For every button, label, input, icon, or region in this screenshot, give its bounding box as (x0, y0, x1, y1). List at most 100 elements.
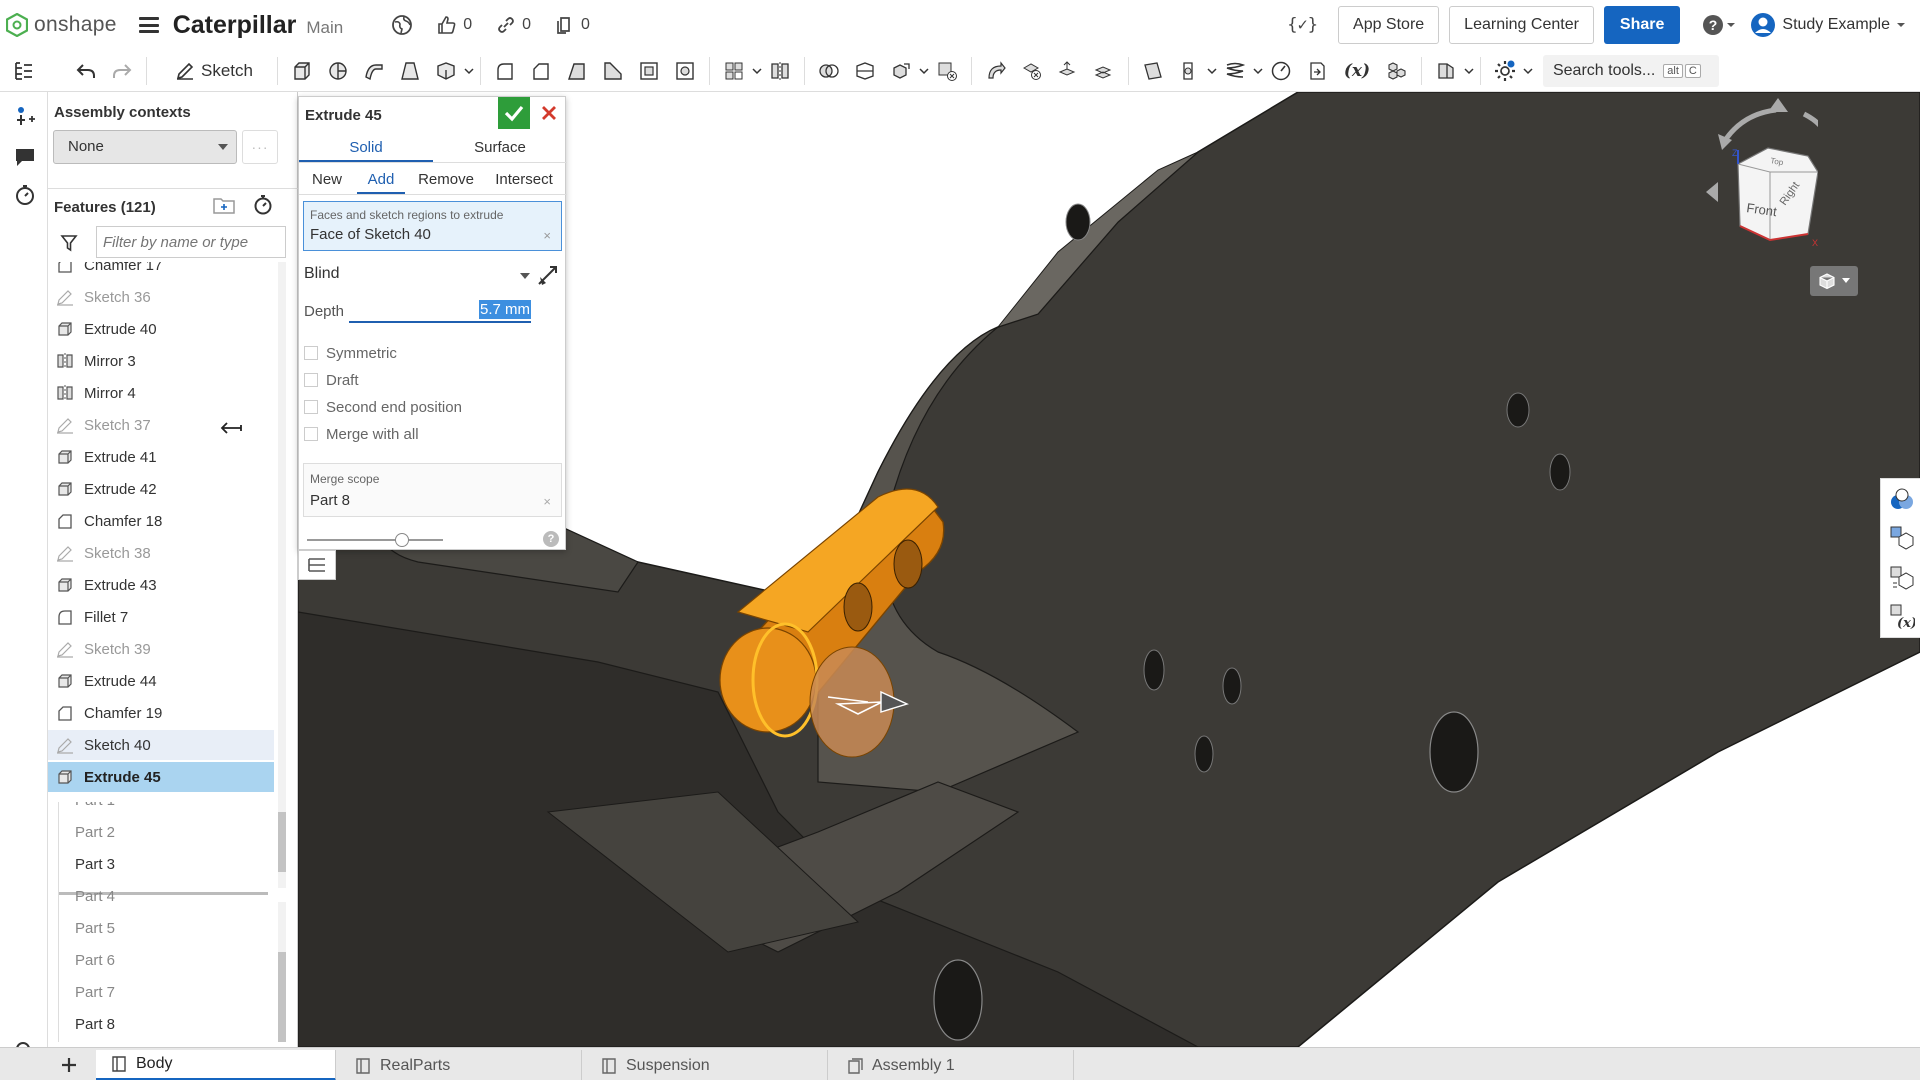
feature-item[interactable]: Mirror 4 (48, 378, 274, 408)
part-list-item[interactable]: Part 7 (75, 984, 115, 1001)
rollback-slider-knob[interactable] (395, 533, 409, 547)
tab-realparts[interactable]: RealParts (340, 1050, 582, 1080)
op-add[interactable]: Add (357, 167, 405, 194)
variable-tool[interactable]: (x) (1335, 53, 1379, 89)
draft-tool[interactable] (559, 53, 595, 89)
feature-item[interactable]: Fillet 7 (48, 602, 274, 632)
shell-tool[interactable] (631, 53, 667, 89)
move-face-tool[interactable] (1050, 53, 1086, 89)
branch-name[interactable]: Main (306, 18, 343, 38)
view-cube[interactable]: Front Right Top Z X (1658, 92, 1850, 272)
mate-connector-tool[interactable] (1171, 53, 1207, 89)
end-type-select[interactable]: Blind (304, 265, 530, 289)
feature-item[interactable]: Sketch 38 (48, 538, 274, 568)
tab-solid[interactable]: Solid (299, 135, 433, 162)
helix-tool[interactable] (1217, 53, 1253, 89)
appearance-icon[interactable] (1889, 487, 1915, 513)
more-options-button[interactable]: ··· (242, 130, 278, 164)
part-list-item[interactable]: Part 1 (75, 802, 115, 809)
transform-tool[interactable] (883, 53, 919, 89)
draft-checkbox[interactable]: Draft (304, 369, 359, 391)
sketch-button[interactable]: Sketch (167, 54, 261, 88)
view-mode-button[interactable] (1810, 266, 1858, 296)
modify-fillet-tool[interactable] (978, 53, 1014, 89)
feature-item[interactable]: Sketch 36 (48, 282, 274, 312)
copies-counter[interactable]: 0 (555, 15, 590, 35)
menu-icon[interactable] (138, 17, 159, 33)
part-list-item[interactable]: Part 8 (75, 1016, 115, 1033)
dialog-list-toggle[interactable] (298, 550, 336, 580)
onshape-logo[interactable]: onshape (6, 13, 117, 37)
boolean-tool[interactable] (811, 53, 847, 89)
merge-all-checkbox[interactable]: Merge with all (304, 423, 419, 445)
rollback-bar-icon[interactable] (219, 421, 243, 435)
merge-scope-field[interactable]: Merge scope Part 8 × (303, 463, 562, 517)
op-remove[interactable]: Remove (413, 167, 479, 194)
app-store-button[interactable]: App Store (1338, 6, 1440, 44)
feature-item[interactable]: Chamfer 17 (48, 262, 274, 280)
tab-suspension[interactable]: Suspension (586, 1050, 828, 1080)
feature-item[interactable]: Extrude 43 (48, 570, 274, 600)
comments-button[interactable] (12, 144, 38, 170)
op-intersect[interactable]: Intersect (485, 167, 563, 194)
feature-list-scrollbar[interactable] (278, 262, 286, 888)
redo-button[interactable] (104, 53, 140, 89)
insert-button[interactable] (12, 104, 38, 130)
part-studio-tool[interactable] (1379, 53, 1415, 89)
rollback-timer-icon[interactable] (252, 194, 274, 216)
links-counter[interactable]: 0 (496, 15, 531, 35)
mass-properties-icon[interactable] (1889, 565, 1915, 591)
depth-input[interactable]: 5.7 mm (349, 299, 531, 323)
feature-item[interactable]: Extrude 44 (48, 666, 274, 696)
tab-body[interactable]: Body (96, 1050, 336, 1080)
filter-icon[interactable] (60, 234, 78, 252)
feature-filter-input[interactable] (96, 226, 286, 258)
variables-icon[interactable]: {✓} (1287, 15, 1318, 35)
history-button[interactable] (12, 182, 38, 208)
sweep-tool[interactable] (356, 53, 392, 89)
measure-tool[interactable] (1263, 53, 1299, 89)
chevron-down-icon[interactable] (1523, 66, 1533, 76)
chevron-down-icon[interactable] (1464, 66, 1474, 76)
rollback-slider-track[interactable] (307, 539, 443, 541)
scroll-thumb[interactable] (278, 952, 286, 1042)
part-list-item[interactable]: Part 6 (75, 952, 115, 969)
parts-view-icon[interactable] (1889, 525, 1915, 551)
clear-scope-icon[interactable]: × (543, 494, 551, 509)
feature-item[interactable]: Extrude 41 (48, 442, 274, 472)
mirror-tool[interactable] (762, 53, 798, 89)
help-menu[interactable]: ? (1702, 14, 1736, 36)
hole-tool[interactable] (667, 53, 703, 89)
tab-assembly-1[interactable]: Assembly 1 (832, 1050, 1074, 1080)
chevron-down-icon[interactable] (919, 66, 929, 76)
split-tool[interactable] (847, 53, 883, 89)
part-list-item[interactable]: Part 5 (75, 920, 115, 937)
feature-item[interactable]: Sketch 40 (48, 730, 274, 760)
delete-face-tool[interactable] (1014, 53, 1050, 89)
feature-item[interactable]: Extrude 42 (48, 474, 274, 504)
rib-tool[interactable] (595, 53, 631, 89)
scroll-thumb[interactable] (278, 812, 286, 872)
feature-list-toggle[interactable] (6, 53, 42, 89)
assembly-context-select[interactable]: None (53, 130, 237, 164)
chevron-down-icon[interactable] (464, 66, 474, 76)
revolve-tool[interactable] (320, 53, 356, 89)
document-title[interactable]: Caterpillar (173, 11, 297, 40)
clear-selection-icon[interactable]: × (543, 228, 551, 243)
new-folder-icon[interactable] (212, 195, 236, 215)
cancel-button[interactable] (533, 97, 565, 129)
delete-part-tool[interactable] (929, 53, 965, 89)
thicken-tool[interactable] (428, 53, 464, 89)
likes-counter[interactable]: 0 (437, 15, 472, 35)
chevron-down-icon[interactable] (752, 66, 762, 76)
confirm-button[interactable] (498, 97, 530, 129)
part-list-item[interactable]: Part 2 (75, 824, 115, 841)
replace-face-tool[interactable] (1086, 53, 1122, 89)
op-new[interactable]: New (303, 167, 351, 194)
add-tab-icon[interactable] (60, 1056, 78, 1074)
parts-list-scrollbar[interactable] (278, 902, 286, 1042)
dialog-help-icon[interactable]: ? (543, 531, 559, 547)
feature-item[interactable]: Sketch 39 (48, 634, 274, 664)
feature-item[interactable]: Mirror 3 (48, 346, 274, 376)
custom-features-button[interactable] (1487, 53, 1523, 89)
